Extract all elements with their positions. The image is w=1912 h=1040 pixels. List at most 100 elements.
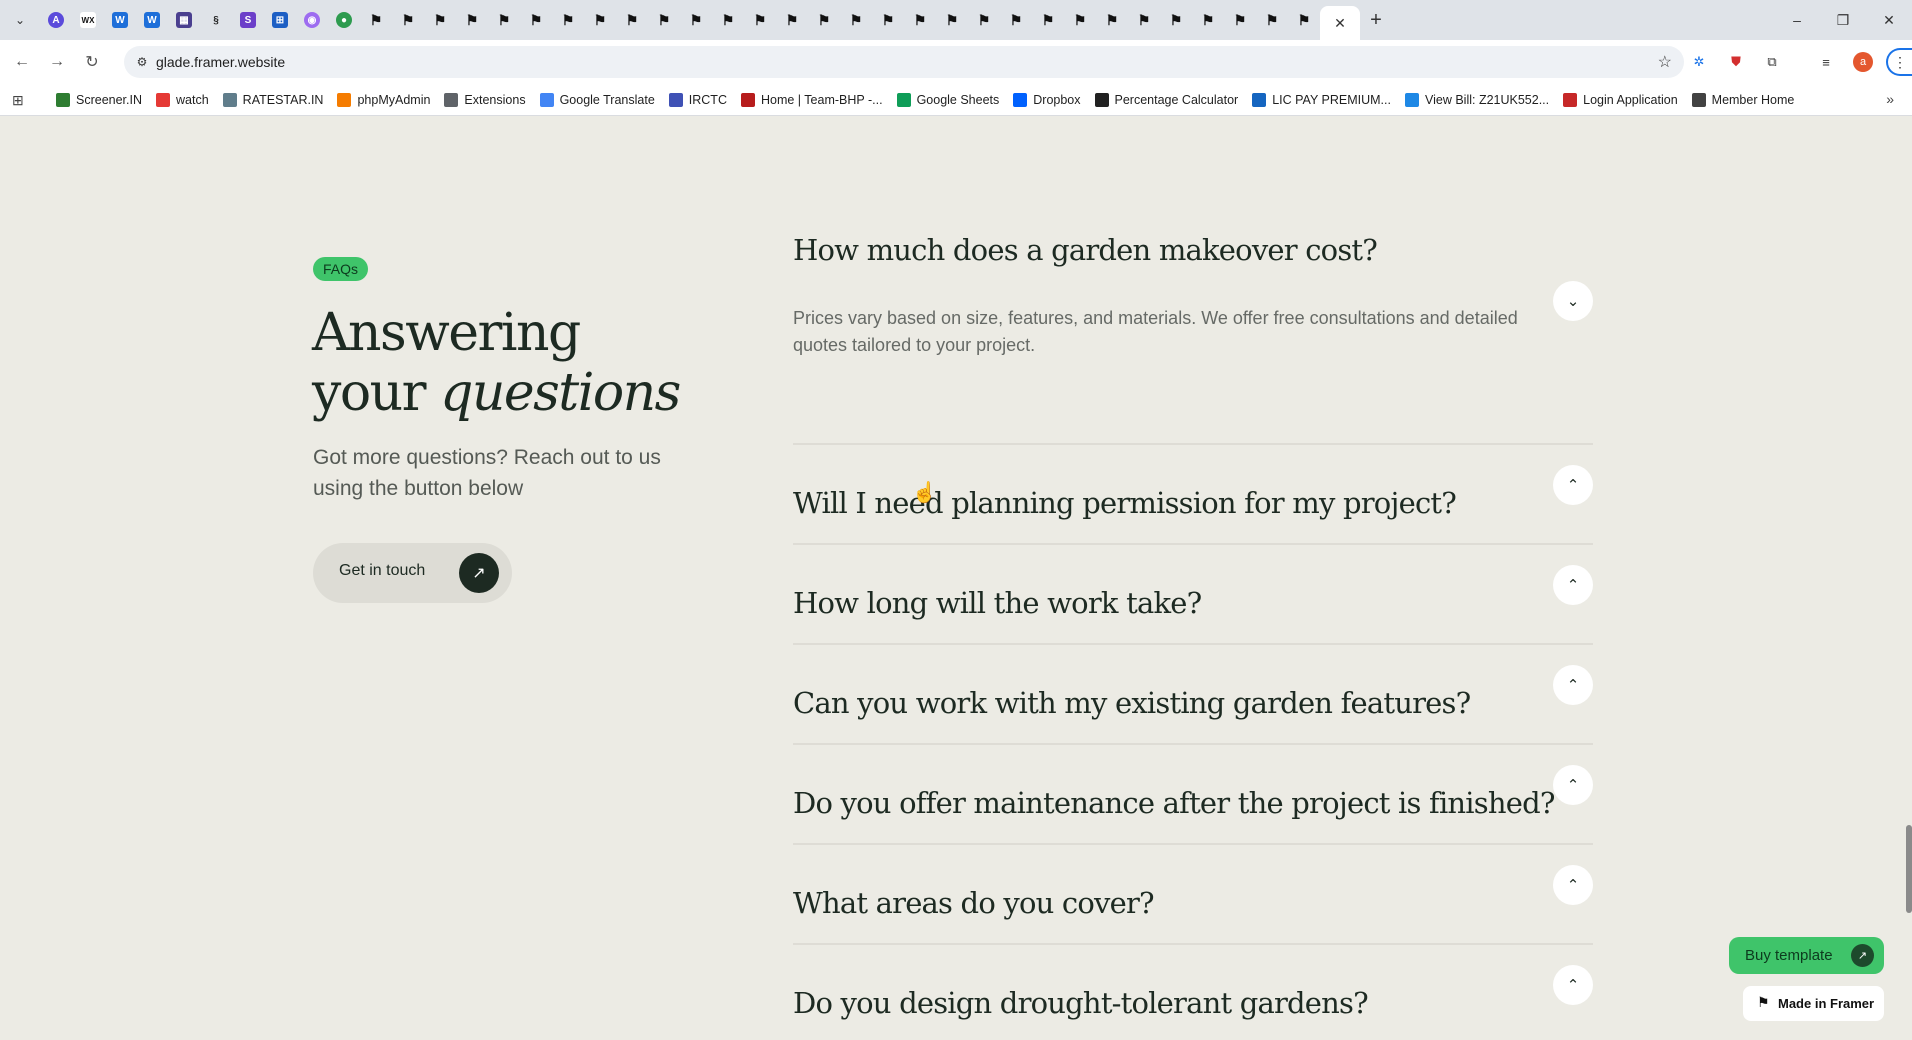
tab[interactable]: WX bbox=[72, 0, 104, 40]
tab[interactable]: ⚑ bbox=[520, 0, 552, 40]
apps-grid-icon[interactable]: ⊞ bbox=[12, 92, 24, 109]
tab[interactable]: ⚑ bbox=[680, 0, 712, 40]
tab[interactable]: A bbox=[40, 0, 72, 40]
bookmark-item[interactable]: LIC PAY PREMIUM... bbox=[1252, 93, 1391, 107]
chevron-up-icon[interactable]: ⌃ bbox=[1553, 465, 1593, 505]
tab[interactable]: ⚑ bbox=[1160, 0, 1192, 40]
menu-icon[interactable]: ⋮ bbox=[1886, 48, 1912, 76]
bookmark-item[interactable]: watch bbox=[156, 93, 209, 107]
bookmark-item[interactable]: View Bill: Z21UK552... bbox=[1404, 93, 1549, 107]
tab[interactable]: ⚑ bbox=[904, 0, 936, 40]
tab[interactable]: ◉ bbox=[296, 0, 328, 40]
tab[interactable]: ⚑ bbox=[1032, 0, 1064, 40]
tab[interactable]: ⚑ bbox=[712, 0, 744, 40]
faq-item[interactable]: How long will the work take? ⌃ bbox=[793, 545, 1593, 645]
tab[interactable]: ⚑ bbox=[1128, 0, 1160, 40]
extension-icon[interactable]: ✲ bbox=[1689, 52, 1709, 72]
tab[interactable]: ⚑ bbox=[488, 0, 520, 40]
extension-icon[interactable]: ⛊ bbox=[1726, 52, 1746, 72]
chevron-down-icon[interactable]: ⌄ bbox=[8, 8, 32, 32]
faq-question[interactable]: Do you offer maintenance after the proje… bbox=[793, 786, 1555, 820]
get-in-touch-button[interactable]: Get in touch ↗ bbox=[313, 543, 512, 603]
tab[interactable]: W bbox=[104, 0, 136, 40]
close-tab-icon[interactable]: ✕ bbox=[1334, 15, 1346, 32]
tab[interactable]: ⚑ bbox=[776, 0, 808, 40]
tab[interactable]: ⚑ bbox=[936, 0, 968, 40]
bookmark-item[interactable]: RATESTAR.IN bbox=[222, 93, 323, 107]
scrollbar[interactable] bbox=[1904, 117, 1912, 1040]
tab[interactable]: ▦ bbox=[168, 0, 200, 40]
faq-question[interactable]: How long will the work take? bbox=[793, 586, 1202, 620]
faq-question[interactable]: Will I need planning permission for my p… bbox=[793, 486, 1457, 520]
bookmark-item[interactable]: Extensions bbox=[444, 93, 526, 107]
tab[interactable]: ⊞ bbox=[264, 0, 296, 40]
avatar[interactable]: a bbox=[1853, 52, 1873, 72]
restore-icon[interactable]: ❐ bbox=[1820, 0, 1866, 40]
chevron-up-icon[interactable]: ⌃ bbox=[1553, 665, 1593, 705]
chevron-up-icon[interactable]: ⌃ bbox=[1553, 865, 1593, 905]
tab[interactable]: § bbox=[200, 0, 232, 40]
active-tab[interactable]: ✕ bbox=[1320, 6, 1360, 40]
bookmark-item[interactable]: Home | Team-BHP -... bbox=[740, 93, 883, 107]
faq-question[interactable]: What areas do you cover? bbox=[793, 886, 1155, 920]
chevron-up-icon[interactable]: ⌃ bbox=[1553, 965, 1593, 1005]
tab[interactable]: ⚑ bbox=[1064, 0, 1096, 40]
chevron-up-icon[interactable]: ⌃ bbox=[1553, 765, 1593, 805]
bookmark-item[interactable]: Login Application bbox=[1563, 93, 1678, 107]
tab[interactable]: ⚑ bbox=[1000, 0, 1032, 40]
buy-template-button[interactable]: Buy template ↗ bbox=[1729, 937, 1884, 974]
tab[interactable]: ⚑ bbox=[392, 0, 424, 40]
address-bar[interactable]: ⚙ glade.framer.website ☆ bbox=[124, 46, 1684, 78]
tab[interactable]: ⚑ bbox=[1192, 0, 1224, 40]
tab[interactable]: ⚑ bbox=[552, 0, 584, 40]
faq-question[interactable]: Can you work with my existing garden fea… bbox=[793, 686, 1471, 720]
tab[interactable]: ⚑ bbox=[648, 0, 680, 40]
made-in-framer-badge[interactable]: ⚑ Made in Framer bbox=[1743, 986, 1884, 1021]
tab[interactable]: ● bbox=[328, 0, 360, 40]
tab[interactable]: ⚑ bbox=[1256, 0, 1288, 40]
tab[interactable]: ⚑ bbox=[360, 0, 392, 40]
more-bookmarks-icon[interactable]: » bbox=[1886, 91, 1894, 107]
faq-item[interactable]: Can you work with my existing garden fea… bbox=[793, 645, 1593, 745]
bookmark-item[interactable]: Dropbox bbox=[1013, 93, 1081, 107]
chevron-up-icon[interactable]: ⌃ bbox=[1553, 565, 1593, 605]
tab[interactable]: ⚑ bbox=[616, 0, 648, 40]
tab[interactable]: ⚑ bbox=[456, 0, 488, 40]
faq-item[interactable]: What areas do you cover? ⌃ bbox=[793, 845, 1593, 945]
bookmark-item[interactable]: Screener.IN bbox=[56, 93, 142, 107]
tab[interactable]: ⚑ bbox=[1096, 0, 1128, 40]
bookmark-item[interactable]: Google Sheets bbox=[896, 93, 999, 107]
bookmark-item[interactable]: Google Translate bbox=[539, 93, 655, 107]
site-info-icon[interactable]: ⚙ bbox=[134, 54, 150, 70]
tab[interactable]: ⚑ bbox=[872, 0, 904, 40]
tab[interactable]: ⚑ bbox=[744, 0, 776, 40]
scroll-thumb[interactable] bbox=[1906, 825, 1912, 913]
tab[interactable]: ⚑ bbox=[1224, 0, 1256, 40]
bookmark-item[interactable]: IRCTC bbox=[668, 93, 727, 107]
tab[interactable]: ⚑ bbox=[424, 0, 456, 40]
tab[interactable]: ⚑ bbox=[584, 0, 616, 40]
back-icon[interactable]: ← bbox=[10, 50, 34, 74]
tab[interactable]: ⚑ bbox=[808, 0, 840, 40]
faq-item[interactable]: Do you design drought-tolerant gardens? ⌃ bbox=[793, 945, 1593, 1040]
url-text[interactable]: glade.framer.website bbox=[156, 54, 285, 70]
extensions-puzzle-icon[interactable]: ⧉ bbox=[1762, 52, 1782, 72]
chevron-down-icon[interactable]: ⌄ bbox=[1553, 281, 1593, 321]
reload-icon[interactable]: ↻ bbox=[80, 50, 104, 74]
media-controls-icon[interactable]: ≡ bbox=[1816, 52, 1836, 72]
new-tab-button[interactable]: + bbox=[1360, 0, 1392, 40]
forward-icon[interactable]: → bbox=[45, 50, 69, 74]
tab[interactable]: ⚑ bbox=[1288, 0, 1320, 40]
bookmark-item[interactable]: Percentage Calculator bbox=[1094, 93, 1238, 107]
faq-question[interactable]: How much does a garden makeover cost? bbox=[793, 233, 1378, 267]
bookmark-item[interactable]: phpMyAdmin bbox=[337, 93, 430, 107]
faq-question[interactable]: Do you design drought-tolerant gardens? bbox=[793, 986, 1369, 1020]
faq-item[interactable]: Do you offer maintenance after the proje… bbox=[793, 745, 1593, 845]
bookmark-item[interactable]: Member Home bbox=[1691, 93, 1794, 107]
tab[interactable]: ⚑ bbox=[840, 0, 872, 40]
close-window-icon[interactable]: ✕ bbox=[1866, 0, 1912, 40]
tab[interactable]: S bbox=[232, 0, 264, 40]
faq-item[interactable]: How much does a garden makeover cost? ⌄ Pr… bbox=[793, 203, 1593, 445]
tab[interactable]: ⚑ bbox=[968, 0, 1000, 40]
bookmark-star-icon[interactable]: ☆ bbox=[1658, 52, 1672, 72]
